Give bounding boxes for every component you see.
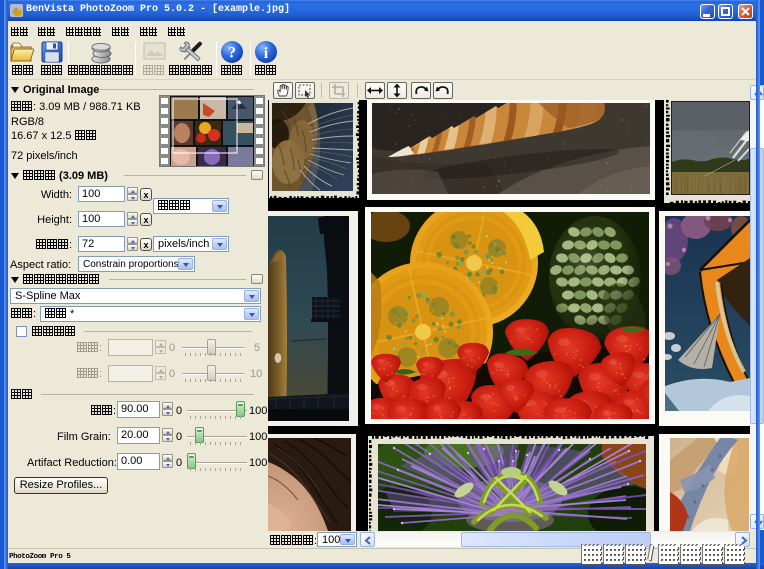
- svg-text:i: i: [264, 45, 269, 62]
- svg-text:?: ?: [228, 45, 236, 62]
